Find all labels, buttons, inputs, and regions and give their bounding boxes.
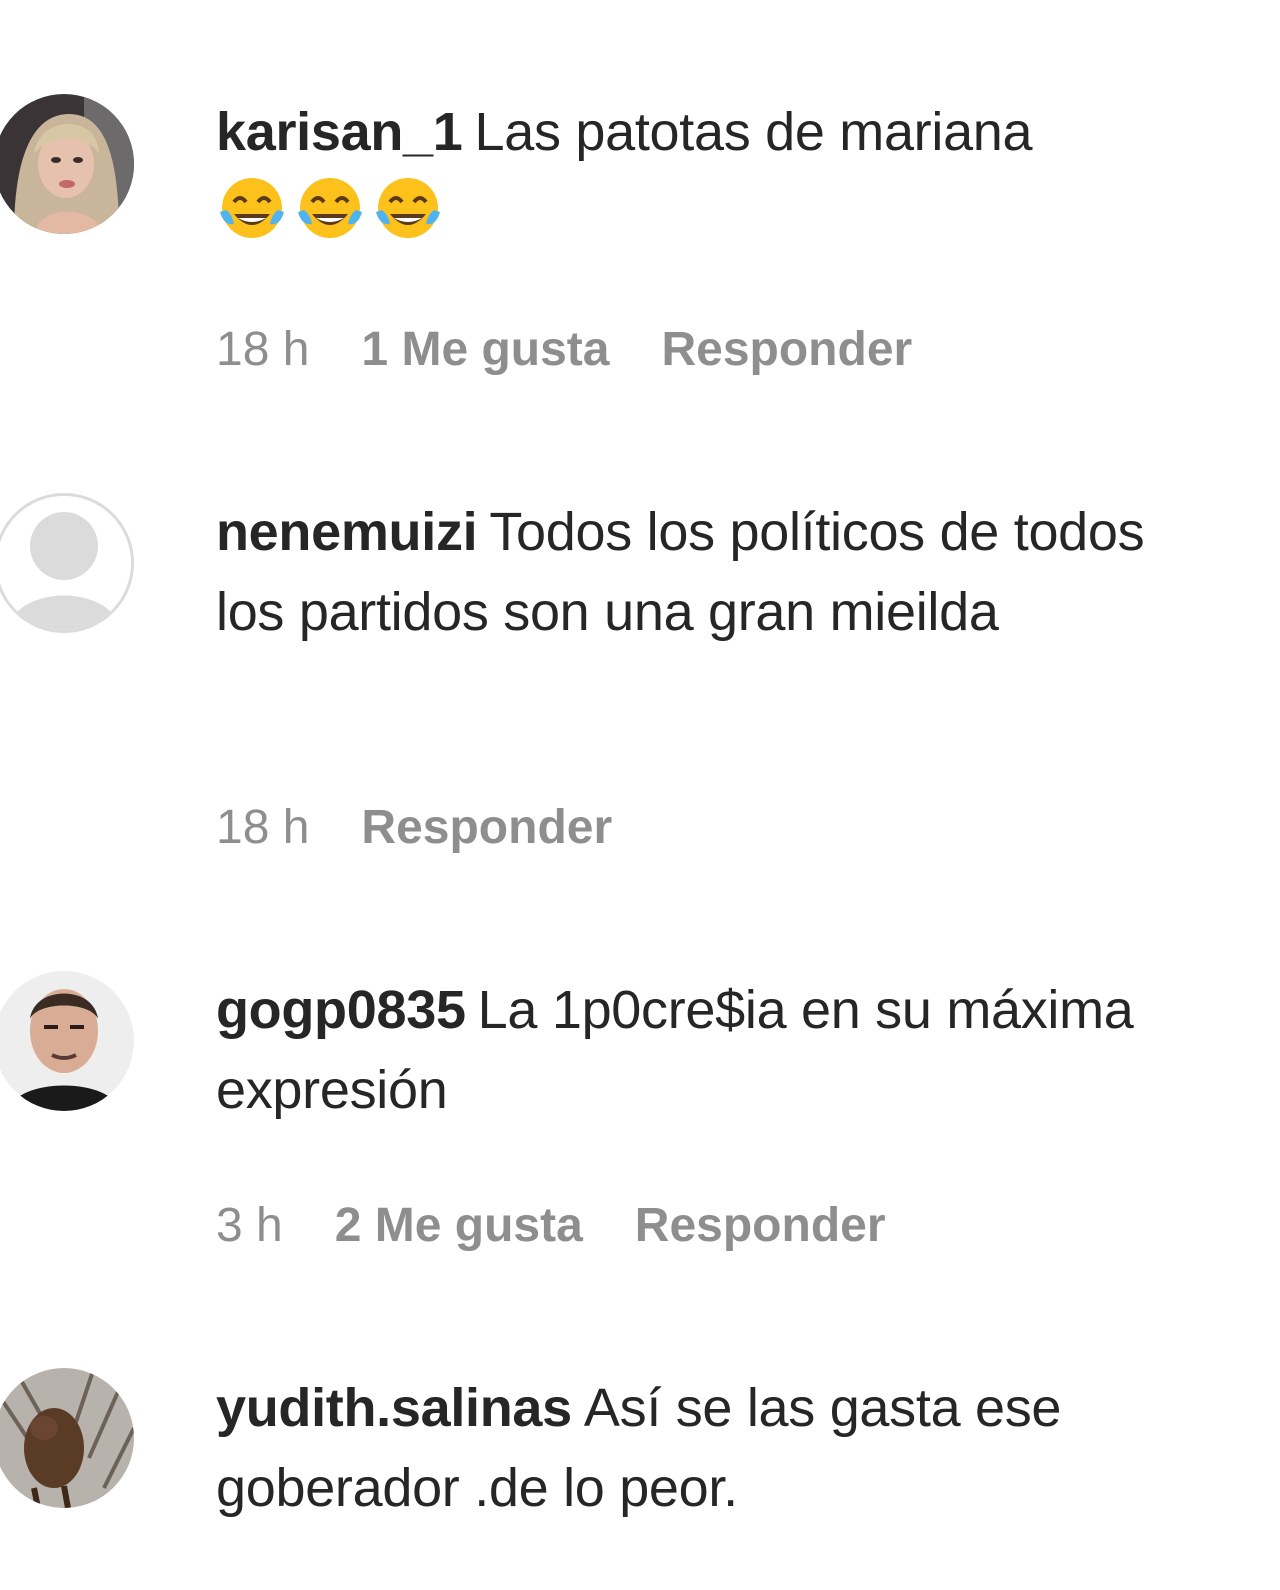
default-avatar-icon [0, 496, 131, 630]
reply-button[interactable]: Responder [661, 323, 912, 376]
comment-text-block: nenemuizi Todos los políticos de todos lo… [216, 492, 1226, 652]
reply-button[interactable]: Responder [361, 801, 612, 854]
comment-username[interactable]: nenemuizi [216, 502, 478, 562]
like-count-button[interactable]: 1 Me gusta [361, 323, 609, 376]
comment-username[interactable]: karisan_1 [216, 102, 463, 162]
comment-timestamp: 18 h [216, 801, 310, 854]
comment-username[interactable]: yudith.salinas [216, 1378, 572, 1438]
like-count-button[interactable]: 2 Me gusta [335, 1199, 583, 1252]
comment-timestamp: 3 h [216, 1199, 283, 1252]
face-with-tears-of-joy-icon [372, 172, 444, 244]
comment-meta: 3 h 2 Me gusta Responder [216, 1198, 938, 1254]
avatar[interactable] [0, 971, 134, 1111]
comment-text: Las patotas de mariana [474, 102, 1033, 162]
comment-meta: 18 h Responder [216, 800, 664, 856]
user-photo-icon [0, 1368, 134, 1508]
avatar[interactable] [0, 1368, 134, 1508]
comment-username[interactable]: gogp0835 [216, 980, 466, 1040]
comment-text-block: yudith.salinas Así se las gasta ese gober… [216, 1368, 1226, 1528]
face-with-tears-of-joy-icon [294, 172, 366, 244]
reply-button[interactable]: Responder [635, 1199, 886, 1252]
face-with-tears-of-joy-icon [216, 172, 288, 244]
avatar[interactable] [0, 493, 134, 633]
avatar[interactable] [0, 94, 134, 234]
comment-meta: 18 h 1 Me gusta Responder [216, 322, 964, 378]
comment-timestamp: 18 h [216, 323, 310, 376]
comment-text-block: gogp0835 La 1p0cre$ia en su máxima expres… [216, 970, 1226, 1130]
user-photo-icon [0, 94, 134, 234]
user-photo-icon [0, 971, 134, 1111]
comment-text-block: karisan_1 Las patotas de mariana [216, 92, 1226, 254]
